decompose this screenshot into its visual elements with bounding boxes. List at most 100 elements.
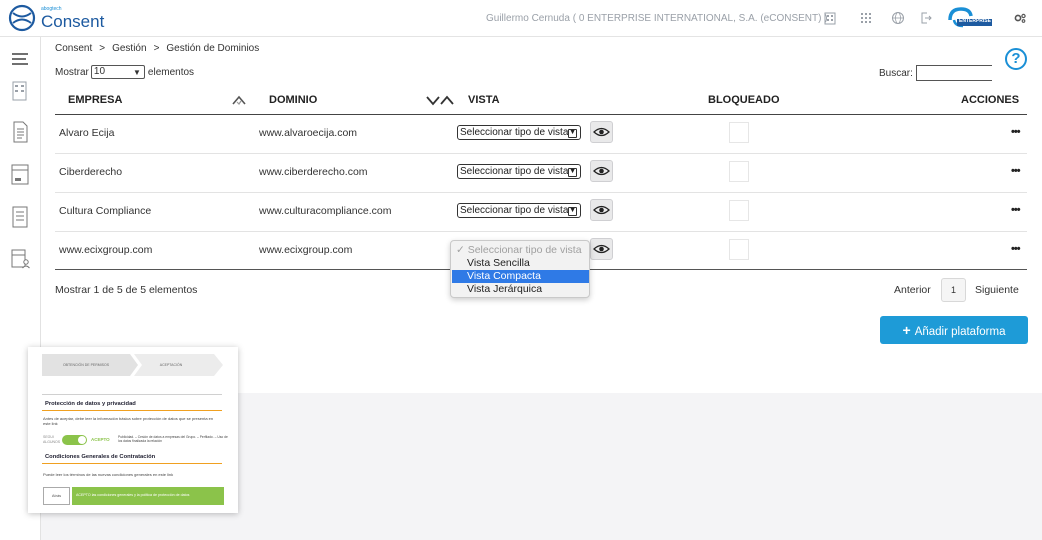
column-header-vista[interactable]: VISTA — [468, 94, 500, 106]
search-label: Buscar: — [879, 67, 913, 79]
row-divider — [55, 153, 1027, 154]
top-bar: abogtech Consent Guillermo Cernuda ( 0 E… — [0, 0, 1042, 37]
dropdown-option-placeholder: ✓ Seleccionar tipo de vista — [456, 244, 582, 256]
breadcrumb-item-dominios: Gestión de Dominios — [166, 43, 260, 54]
preview-privacy-text: Antes de aceptar, debe leer la informaci… — [43, 416, 214, 426]
column-header-acciones: ACCIONES — [961, 94, 1020, 106]
breadcrumb-item-gestion[interactable]: Gestión — [112, 43, 146, 54]
pagination-prev[interactable]: Anterior — [894, 284, 931, 296]
preview-button[interactable] — [590, 160, 613, 182]
breadcrumb-item-consent[interactable]: Consent — [55, 43, 92, 54]
table-cell-dominio: www.alvaroecija.com — [259, 127, 358, 139]
pagination-next[interactable]: Siguiente — [975, 284, 1019, 296]
view-type-select-value: Seleccionar tipo de vista — [460, 127, 569, 138]
select-caret-icon: ▼ — [569, 129, 576, 136]
dropdown-option-jerarquica[interactable]: Vista Jerárquica — [452, 283, 589, 296]
globe-icon[interactable] — [891, 11, 905, 25]
search-control: Buscar: — [879, 65, 996, 81]
table-cell-empresa: www.ecixgroup.com — [59, 244, 153, 256]
table-info: Mostrar 1 de 5 de 5 elementos — [55, 284, 198, 296]
view-type-select-value: Seleccionar tipo de vista — [460, 166, 569, 177]
select-caret-icon: ▼ — [569, 168, 576, 175]
preview-button[interactable] — [590, 238, 613, 260]
table-cell-dominio: www.culturacompliance.com — [259, 205, 392, 217]
sort-both-icon[interactable] — [425, 94, 455, 106]
table-cell-empresa: Ciberderecho — [59, 166, 123, 178]
table-cell-empresa: Cultura Compliance — [59, 205, 152, 217]
blocked-checkbox[interactable] — [729, 161, 749, 182]
page-size-select[interactable]: 10 — [90, 65, 145, 79]
consent-logo-icon — [8, 4, 36, 32]
breadcrumb-separator: > — [153, 43, 160, 54]
app-logo[interactable]: abogtech Consent — [7, 4, 104, 32]
enterprise-logo: ENTERPRISE — [946, 6, 994, 30]
enterprise-logo-text: ENTERPRISE — [959, 18, 991, 24]
actions-menu-icon[interactable]: ••• — [1011, 243, 1021, 255]
help-button[interactable]: ? — [992, 38, 1042, 81]
eye-icon — [593, 127, 610, 137]
sidebar-forms-icon[interactable] — [9, 205, 31, 229]
dropdown-option-sencilla[interactable]: Vista Sencilla — [452, 257, 589, 270]
actions-menu-icon[interactable]: ••• — [1011, 165, 1021, 177]
view-type-select-value: Seleccionar tipo de vista — [460, 205, 569, 216]
preview-toggle-desc: Publicidad. – Cesión de datos a empresas… — [118, 435, 228, 443]
blocked-checkbox[interactable] — [729, 122, 749, 143]
plus-icon: + — [902, 322, 911, 338]
view-type-select[interactable]: Seleccionar tipo de vista ▼ — [457, 125, 581, 140]
blocked-checkbox[interactable] — [729, 239, 749, 260]
view-type-select[interactable]: Seleccionar tipo de vista ▼ — [457, 164, 581, 179]
add-platform-button[interactable]: + Añadir plataforma — [880, 316, 1028, 344]
building-icon[interactable] — [823, 11, 837, 25]
sidebar-documents-icon[interactable] — [9, 120, 31, 144]
page-size-control: Mostrar 10 elementos — [55, 65, 194, 79]
preview-button[interactable] — [590, 121, 613, 143]
breadcrumb-separator: > — [99, 43, 106, 54]
column-header-empresa[interactable]: EMPRESA — [68, 94, 122, 106]
sidebar-company-icon[interactable] — [9, 79, 31, 103]
sidebar-users-icon[interactable] — [9, 247, 31, 271]
brand-name: Consent — [41, 11, 105, 31]
preview-orange-divider — [42, 463, 222, 464]
column-header-dominio[interactable]: DOMINIO — [269, 94, 317, 106]
column-header-bloqueado[interactable]: BLOQUEADO — [708, 94, 780, 106]
table-cell-dominio: www.ciberderecho.com — [259, 166, 368, 178]
blocked-checkbox[interactable] — [729, 200, 749, 221]
select-caret-icon: ▼ — [569, 207, 576, 214]
actions-menu-icon[interactable]: ••• — [1011, 204, 1021, 216]
page-size-suffix: elementos — [147, 66, 195, 78]
user-info[interactable]: Guillermo Cernuda ( 0 ENTERPRISE INTERNA… — [486, 13, 828, 24]
view-type-select[interactable]: Seleccionar tipo de vista ▼ — [457, 203, 581, 218]
view-type-dropdown[interactable]: ✓ Seleccionar tipo de vista Vista Sencil… — [450, 240, 590, 298]
table-cell-dominio: www.ecixgroup.com — [259, 244, 353, 256]
preview-step-2: ACEPTACIÓN — [159, 363, 183, 367]
eye-icon — [593, 166, 610, 176]
preview-section-privacy-title: Protección de datos y privacidad — [45, 401, 136, 407]
preview-back-button[interactable]: Atrás — [43, 487, 70, 505]
eye-icon — [593, 244, 610, 254]
pagination-page[interactable]: 1 — [941, 278, 966, 302]
breadcrumb: Consent > Gestión > Gestión de Dominios — [55, 43, 259, 54]
preview-divider — [42, 394, 222, 395]
menu-toggle-icon[interactable] — [9, 51, 31, 67]
preview-orange-divider — [42, 410, 222, 411]
preview-terms-text: Puede leer los términos de las nuevas co… — [43, 472, 174, 477]
actions-menu-icon[interactable]: ••• — [1011, 126, 1021, 138]
consent-preview-card: OBTENCIÓN DE PERMISOS ACEPTACIÓN Protecc… — [28, 347, 238, 513]
preview-section-terms-title: Condiciones Generales de Contratación — [45, 454, 156, 460]
preview-toggle-left-label: SEGUI ALGUNOS — [43, 435, 61, 444]
apps-grid-icon[interactable] — [859, 11, 873, 25]
table-cell-empresa: Alvaro Ecija — [59, 127, 115, 139]
search-input[interactable] — [915, 65, 996, 81]
preview-accept-button[interactable]: ACEPTO las condiciones generales y la po… — [72, 487, 224, 505]
row-divider — [55, 192, 1027, 193]
sidebar-device-icon[interactable] — [9, 162, 31, 186]
logout-icon[interactable] — [919, 11, 933, 25]
sort-up-icon[interactable] — [231, 94, 247, 106]
table-header-divider — [55, 114, 1027, 115]
settings-gears-icon[interactable] — [1013, 11, 1027, 25]
eye-icon — [593, 205, 610, 215]
help-icon: ? — [1005, 48, 1027, 70]
preview-button[interactable] — [590, 199, 613, 221]
preview-consent-toggle[interactable] — [62, 435, 87, 445]
dropdown-option-compacta[interactable]: Vista Compacta — [452, 270, 589, 283]
